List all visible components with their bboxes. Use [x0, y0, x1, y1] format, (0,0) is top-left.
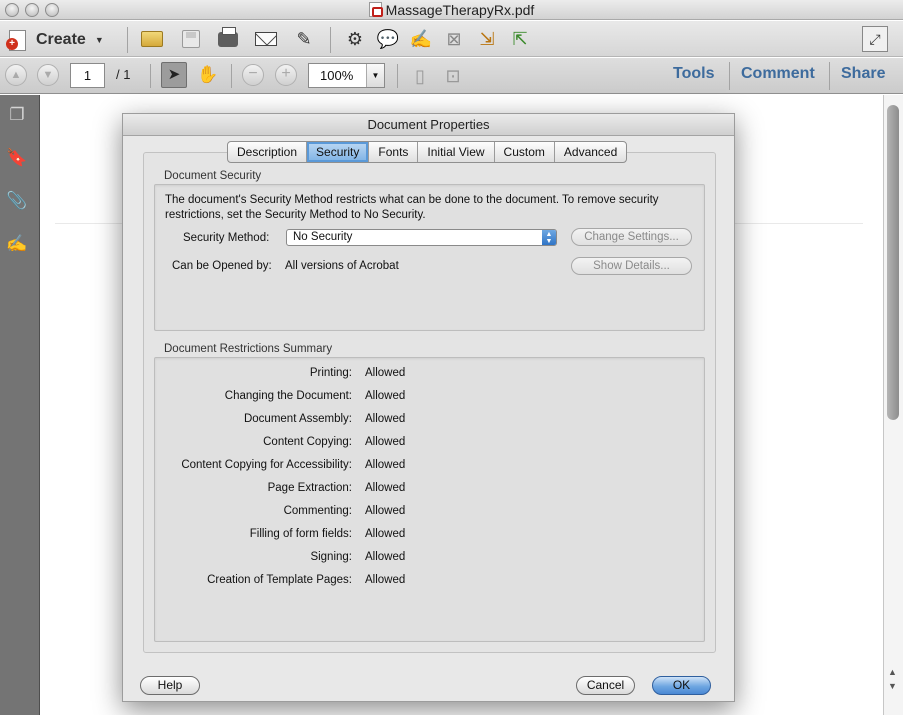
tools-pane-link[interactable]: Tools	[673, 65, 714, 83]
toolbar-divider	[330, 27, 331, 53]
scroll-thumb[interactable]	[887, 105, 899, 420]
next-page-icon[interactable]: ▼	[37, 64, 59, 86]
highlight-text-icon[interactable]: ✍	[408, 26, 434, 52]
restriction-value: Allowed	[365, 528, 406, 540]
help-button[interactable]: Help	[140, 676, 200, 695]
gear-icon[interactable]: ⚙	[342, 26, 368, 52]
restriction-value: Allowed	[365, 482, 406, 494]
document-properties-dialog: Document Properties Description Security…	[122, 113, 735, 702]
restriction-value: Allowed	[365, 413, 406, 425]
window-title: MassageTherapyRx.pdf	[0, 2, 903, 18]
toolbar-divider	[729, 62, 730, 90]
toolbar-divider	[397, 64, 398, 88]
navigation-pane: ❐ 🔖 📎 ✍	[0, 95, 40, 715]
window-title-text: MassageTherapyRx.pdf	[385, 2, 535, 18]
pdf-file-icon	[368, 2, 383, 17]
tab-fonts[interactable]: Fonts	[369, 142, 419, 162]
comment-pane-link[interactable]: Comment	[741, 65, 815, 83]
restriction-label: Commenting:	[283, 505, 352, 517]
tab-description[interactable]: Description	[228, 142, 308, 162]
create-label: Create	[36, 31, 86, 48]
restriction-label: Content Copying:	[263, 436, 352, 448]
tab-security[interactable]: Security	[307, 142, 370, 162]
restriction-label: Filling of form fields:	[249, 528, 352, 540]
scroll-down-icon[interactable]: ▼	[888, 681, 897, 691]
change-settings-button[interactable]: Change Settings...	[571, 228, 692, 246]
document-security-label: Document Security	[164, 170, 262, 182]
tab-bar: Description Security Fonts Initial View …	[227, 141, 628, 163]
zoom-value: 100%	[320, 68, 354, 83]
scroll-up-icon[interactable]: ▲	[888, 667, 897, 677]
restriction-label: Content Copying for Accessibility:	[181, 459, 352, 471]
show-details-button[interactable]: Show Details...	[571, 257, 692, 275]
previous-page-icon[interactable]: ▲	[5, 64, 27, 86]
restriction-value: Allowed	[365, 574, 406, 586]
fit-width-icon[interactable]: ⊡	[440, 63, 466, 89]
save-icon[interactable]	[178, 26, 204, 52]
security-method-select[interactable]: No Security ▲ ▼	[286, 229, 557, 246]
fullscreen-icon[interactable]: ⤢	[862, 26, 888, 52]
insert-page-icon[interactable]: ⇲	[474, 26, 500, 52]
signatures-icon[interactable]: ✍	[6, 234, 28, 256]
attachments-icon[interactable]: 📎	[6, 191, 28, 213]
send-for-review-icon[interactable]: ✎	[291, 26, 317, 52]
extract-page-icon[interactable]: ⇱	[507, 26, 533, 52]
hand-tool-icon[interactable]: ✋	[195, 62, 221, 88]
print-icon[interactable]	[215, 26, 241, 52]
dialog-title: Document Properties	[123, 114, 734, 136]
restrictions-summary-label: Document Restrictions Summary	[164, 343, 333, 355]
fit-page-icon[interactable]: ▯	[407, 63, 433, 89]
ok-button[interactable]: OK	[652, 676, 711, 695]
restriction-label: Creation of Template Pages:	[207, 574, 352, 586]
vertical-scrollbar[interactable]: ▲ ▼	[883, 95, 903, 715]
opened-by-label: Can be Opened by:	[172, 260, 272, 272]
security-method-label: Security Method:	[183, 232, 270, 244]
create-button[interactable]: + Create ▼	[6, 26, 104, 54]
tab-custom[interactable]: Custom	[495, 142, 555, 162]
restriction-label: Printing:	[309, 367, 352, 379]
opened-by-value: All versions of Acrobat	[285, 260, 399, 272]
page-number-input[interactable]: 1	[70, 63, 105, 88]
toolbar-divider	[231, 64, 232, 88]
zoom-out-icon[interactable]: −	[242, 64, 264, 86]
restriction-value: Allowed	[365, 390, 406, 402]
chevron-down-icon: ▼	[94, 35, 104, 45]
restriction-value: Allowed	[365, 436, 406, 448]
security-method-value: No Security	[293, 231, 353, 243]
email-icon[interactable]	[253, 26, 279, 52]
restriction-value: Allowed	[365, 551, 406, 563]
toolbar-divider	[829, 62, 830, 90]
comment-bubble-icon[interactable]: 💬	[375, 26, 401, 52]
zoom-select[interactable]: 100% ▼	[308, 63, 385, 88]
security-description: The document's Security Method restricts…	[165, 194, 659, 221]
page-total: / 1	[116, 67, 131, 82]
restriction-value: Allowed	[365, 505, 406, 517]
restriction-label: Page Extraction:	[267, 482, 352, 494]
select-arrows-icon: ▲ ▼	[542, 230, 556, 245]
open-folder-icon[interactable]	[139, 26, 165, 52]
create-pdf-icon: +	[6, 28, 30, 52]
tab-initial-view[interactable]: Initial View	[418, 142, 495, 162]
restriction-label: Signing:	[310, 551, 352, 563]
toolbar-divider	[127, 27, 128, 53]
restriction-label: Changing the Document:	[224, 390, 352, 402]
page-thumbnails-icon[interactable]: ❐	[6, 105, 28, 127]
restriction-value: Allowed	[365, 367, 406, 379]
delete-page-icon[interactable]: ⊠	[441, 26, 467, 52]
chevron-down-icon: ▼	[366, 64, 384, 87]
bookmarks-icon[interactable]: 🔖	[6, 148, 28, 170]
toolbar-divider	[150, 64, 151, 88]
cancel-button[interactable]: Cancel	[576, 676, 635, 695]
zoom-in-icon[interactable]: +	[275, 64, 297, 86]
tab-advanced[interactable]: Advanced	[555, 142, 626, 162]
share-pane-link[interactable]: Share	[841, 65, 885, 83]
restriction-label: Document Assembly:	[243, 413, 352, 425]
select-cursor-icon[interactable]: ➤	[161, 62, 187, 88]
restriction-value: Allowed	[365, 459, 406, 471]
window-titlebar: MassageTherapyRx.pdf	[0, 0, 903, 20]
